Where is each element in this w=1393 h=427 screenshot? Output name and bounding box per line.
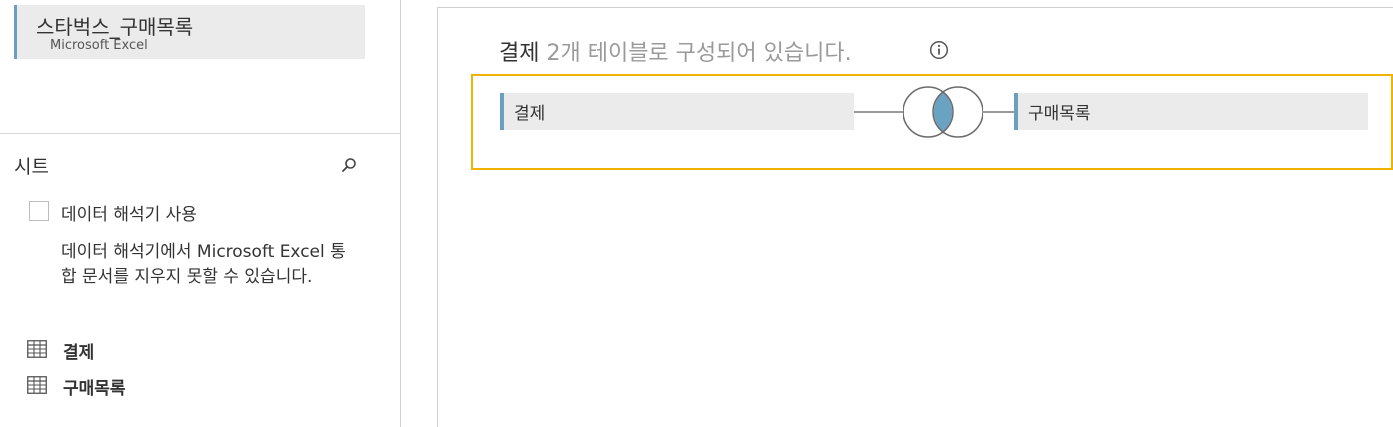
inner-join-venn-icon[interactable] <box>903 86 983 138</box>
connection-type: Microsoft Excel <box>50 38 148 53</box>
data-interpreter-checkbox[interactable] <box>29 201 49 221</box>
connection-name: 스타벅스_구매목록 <box>36 15 194 39</box>
search-icon[interactable] <box>340 156 358 174</box>
right-table-pill[interactable]: 구매목록 <box>1014 93 1368 130</box>
canvas-border <box>437 7 1393 8</box>
canvas-title-sub: 2개 테이블로 구성되어 있습니다. <box>539 41 852 66</box>
table-grid-icon <box>27 376 47 394</box>
panel-divider[interactable] <box>400 0 401 427</box>
table-grid-icon <box>27 340 47 358</box>
left-table-pill[interactable]: 결제 <box>500 93 854 130</box>
data-interpreter-description: 데이터 해석기에서 Microsoft Excel 통합 문서를 지우지 못할 … <box>61 242 346 287</box>
join-connector-right <box>983 111 1015 113</box>
canvas-title-main: 결제 <box>499 41 540 66</box>
sheet-label: 구매목록 <box>63 379 126 399</box>
sheets-header: 시트 <box>14 156 49 178</box>
sheet-item-payment[interactable]: 결제 <box>27 338 367 363</box>
right-table-label: 구매목록 <box>1028 104 1091 124</box>
sheets-divider <box>0 133 400 134</box>
canvas-border <box>437 7 438 427</box>
canvas-title: 결제 2개 테이블로 구성되어 있습니다. <box>499 35 852 67</box>
sheet-item-purchase-list[interactable]: 구매목록 <box>27 374 367 399</box>
left-panel: 스타벅스_구매목록 Microsoft Excel 시트 데이터 해석기 사용 … <box>0 0 400 427</box>
sheet-label: 결제 <box>63 343 95 363</box>
data-interpreter-label: 데이터 해석기 사용 <box>61 205 197 225</box>
connection-item[interactable]: 스타벅스_구매목록 Microsoft Excel <box>14 5 365 59</box>
left-table-label: 결제 <box>514 104 546 124</box>
join-connector-left <box>854 111 904 113</box>
info-icon[interactable] <box>929 40 949 60</box>
data-source-page: 스타벅스_구매목록 Microsoft Excel 시트 데이터 해석기 사용 … <box>0 0 1393 427</box>
